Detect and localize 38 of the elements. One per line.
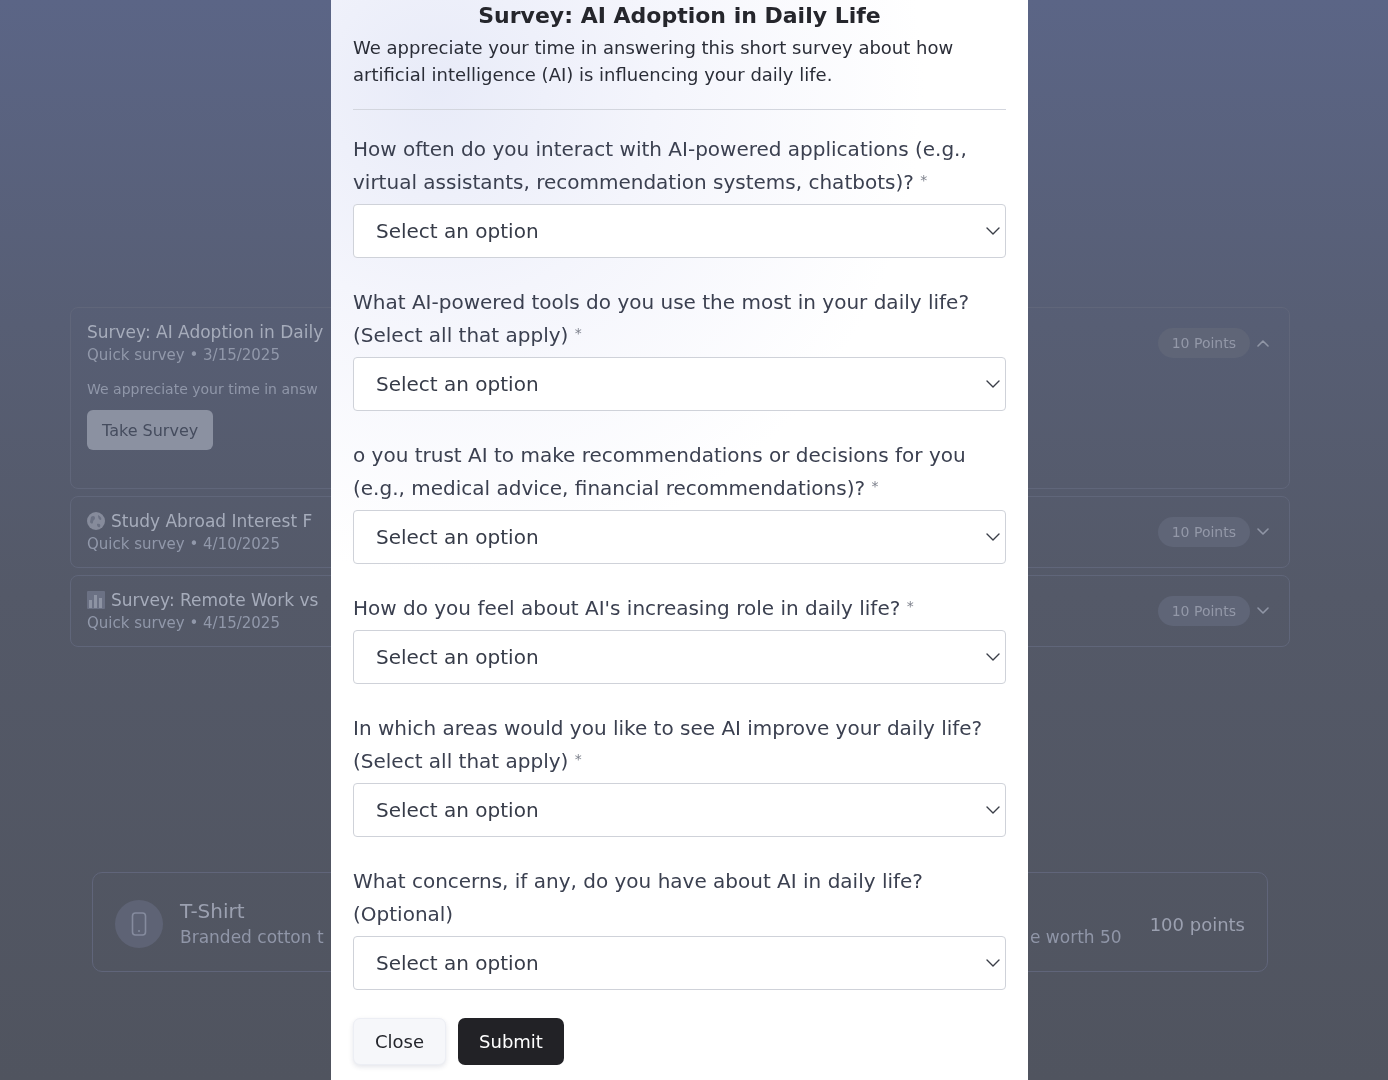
chevron-down-icon — [986, 806, 1000, 814]
select-field[interactable]: Select an option — [353, 783, 1006, 837]
survey-meta: Quick survey • 3/15/2025 — [87, 345, 280, 366]
question-label: What concerns, if any, do you have about AI in daily life? (Optional) — [353, 868, 924, 928]
survey-meta: Quick survey • 4/15/2025 — [87, 613, 280, 634]
select-field[interactable]: Select an option — [353, 936, 1006, 990]
chevron-down-icon[interactable] — [1257, 528, 1269, 536]
chevron-down-icon — [986, 653, 1000, 661]
close-button[interactable]: Close — [353, 1018, 447, 1065]
question-label: o you trust AI to make recommendations or decisions for you (e.g., medical advice, financial recommendations)? $^{*}$ — [353, 442, 967, 502]
survey-title: Survey: Remote Work vs — [111, 589, 319, 612]
globe-icon — [87, 512, 105, 530]
dialog-description: We appreciate your time in answering this short survey about how artificial intelligence (AI) is influencing your daily life. — [353, 36, 955, 87]
survey-title: Study Abroad Interest F — [111, 510, 313, 533]
chevron-down-icon — [986, 533, 1000, 541]
question-label: How do you feel about AI's increasing role in daily life? $^{*}$ — [353, 595, 915, 622]
chevron-down-icon — [986, 227, 1000, 235]
select-field[interactable]: Select an option — [353, 204, 1006, 258]
dialog-title: Survey: AI Adoption in Daily Life — [478, 2, 881, 30]
bar-chart-icon — [87, 591, 105, 609]
survey-meta: Quick survey • 4/10/2025 — [87, 534, 280, 555]
reward-description: Branded cotton t — [180, 926, 324, 949]
question-label: How often do you interact with AI-powered applications (e.g., virtual assistants, recommendation systems, chatbots)? $^{*}$ — [353, 136, 968, 196]
question-label: What AI-powered tools do you use the most in your daily life? (Select all that apply) $^{*}$ — [353, 289, 970, 349]
chevron-down-icon[interactable] — [1257, 607, 1269, 615]
reward-description: e worth 50 — [1030, 926, 1122, 949]
select-field[interactable]: Select an option — [353, 357, 1006, 411]
reward-name: T-Shirt — [180, 898, 245, 924]
phone-icon — [115, 900, 163, 948]
chevron-down-icon — [986, 380, 1000, 388]
chevron-down-icon — [986, 959, 1000, 967]
select-field[interactable]: Select an option — [353, 510, 1006, 564]
question-label: In which areas would you like to see AI improve your daily life? (Select all that apply) $^{*}$ — [353, 715, 984, 775]
reward-points: 100 points — [1149, 913, 1245, 935]
select-field[interactable]: Select an option — [353, 630, 1006, 684]
survey-title: Survey: AI Adoption in Daily — [87, 321, 324, 344]
submit-button[interactable]: Submit — [458, 1018, 564, 1065]
chevron-up-icon[interactable] — [1257, 339, 1269, 347]
